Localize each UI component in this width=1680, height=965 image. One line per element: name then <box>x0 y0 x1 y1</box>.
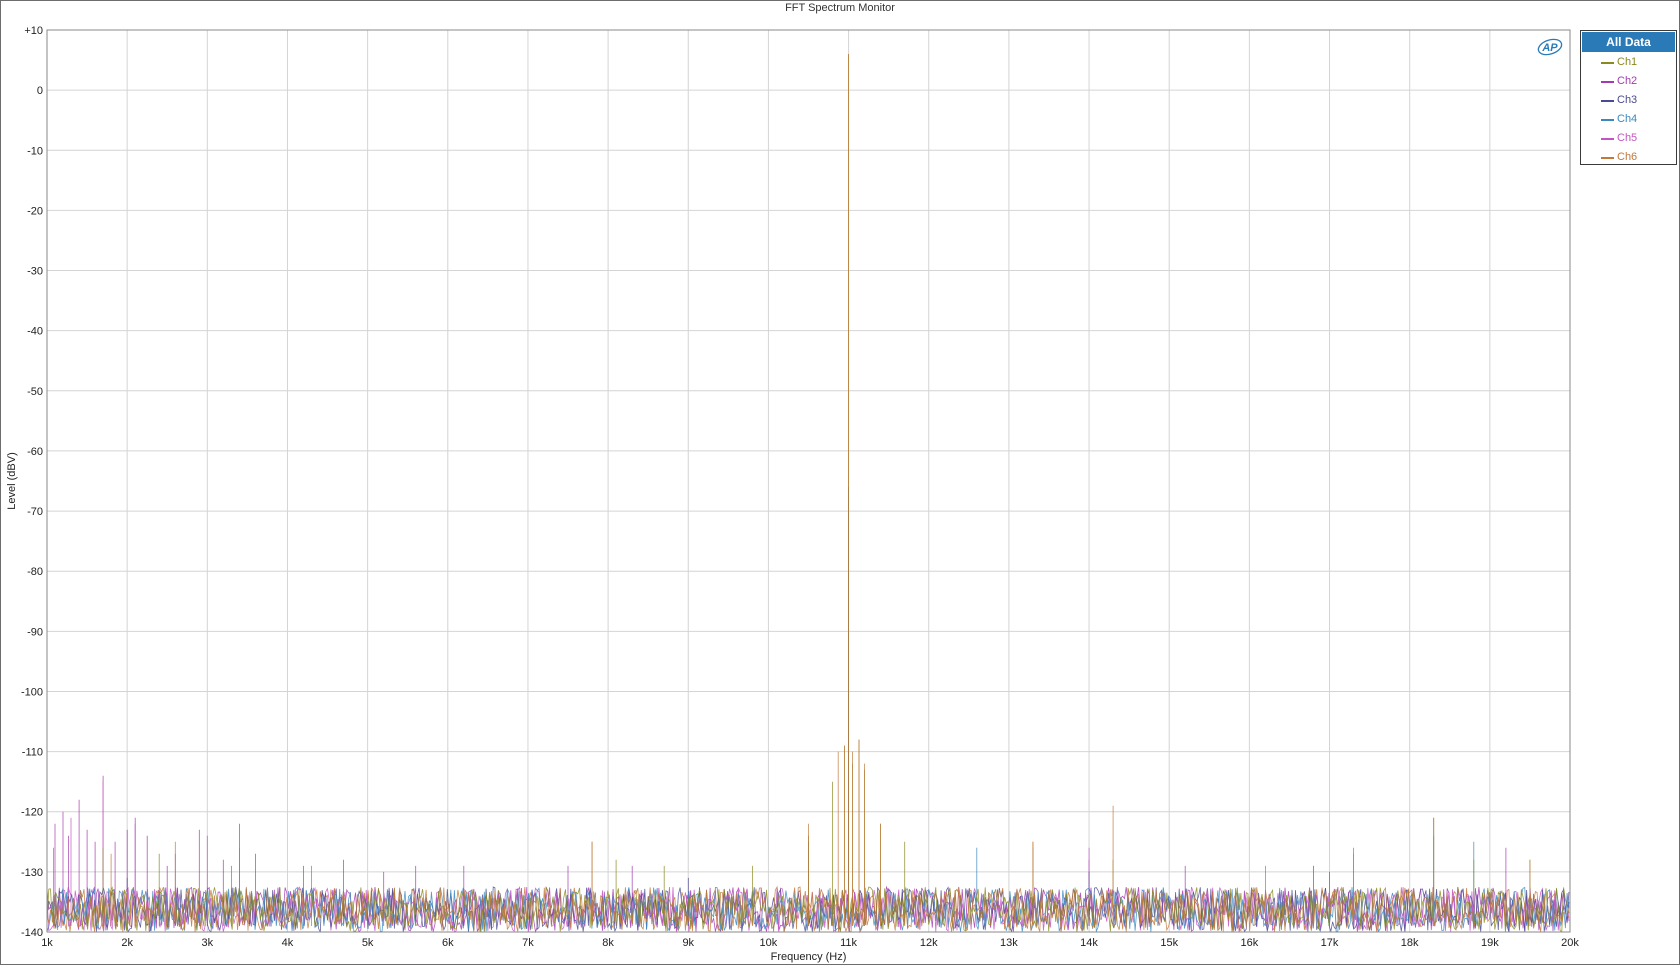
x-tick-label: 15k <box>1160 937 1178 949</box>
legend-item-ch3[interactable]: Ch3 <box>1581 91 1676 110</box>
ap-logo-icon: AP <box>1536 37 1564 57</box>
legend-label: Ch6 <box>1617 151 1638 163</box>
x-tick-label: 12k <box>920 937 938 949</box>
chart-window: FFT Spectrum Monitor +10 0 -10 -20 -30 -40 -50… <box>0 0 1680 965</box>
legend-item-ch4[interactable]: Ch4 <box>1581 110 1676 129</box>
legend-swatch <box>1601 62 1614 64</box>
series-lines <box>46 54 1570 934</box>
legend: All Data Ch1 Ch2 Ch3 Ch4 Ch5 Ch6 <box>1580 30 1677 165</box>
y-tick-label: -120 <box>21 807 43 819</box>
y-tick-label: +10 <box>24 25 43 37</box>
ap-logo-text: AP <box>1541 42 1558 54</box>
legend-swatch <box>1601 81 1614 83</box>
legend-label: Ch2 <box>1617 75 1638 87</box>
x-tick-label: 9k <box>682 937 694 949</box>
x-tick-label: 14k <box>1080 937 1098 949</box>
plot-border <box>46 29 1571 933</box>
y-tick-label: -40 <box>27 326 43 338</box>
x-tick-label: 1k <box>41 937 53 949</box>
legend-header[interactable]: All Data <box>1582 32 1675 52</box>
x-tick-label: 5k <box>362 937 374 949</box>
x-tick-label: 17k <box>1321 937 1339 949</box>
legend-swatch <box>1601 138 1614 140</box>
series-line-ch3 <box>46 487 1570 933</box>
x-axis-label: Frequency (Hz) <box>771 951 847 963</box>
x-tick-label: 19k <box>1481 937 1499 949</box>
x-tick-label: 3k <box>202 937 214 949</box>
chart-plot: +10 0 -10 -20 -30 -40 -50 -60 -70 -80 -90 -100 -110 -… <box>6 25 1579 963</box>
legend-label: Ch5 <box>1617 132 1638 144</box>
y-tick-label: -130 <box>21 867 43 879</box>
y-axis-ticks: +10 0 -10 -20 -30 -40 -50 -60 -70 -80 -90 -100 -110 -… <box>21 25 43 939</box>
x-tick-label: 11k <box>840 937 857 949</box>
y-tick-label: -60 <box>27 446 43 458</box>
legend-swatch <box>1601 100 1614 102</box>
x-tick-label: 4k <box>282 937 294 949</box>
grid-lines <box>46 29 1571 933</box>
y-tick-label: -30 <box>27 266 43 278</box>
x-tick-label: 10k <box>760 937 778 949</box>
legend-item-ch5[interactable]: Ch5 <box>1581 129 1676 148</box>
x-tick-label: 7k <box>522 937 534 949</box>
y-tick-label: -110 <box>22 747 43 759</box>
y-tick-label: -70 <box>27 506 43 518</box>
y-tick-label: -50 <box>27 386 43 398</box>
series-line-ch6 <box>46 54 1570 934</box>
x-tick-label: 16k <box>1240 937 1258 949</box>
y-tick-label: -140 <box>21 927 43 939</box>
legend-label: Ch3 <box>1617 94 1638 106</box>
legend-item-ch6[interactable]: Ch6 <box>1581 148 1676 167</box>
x-tick-label: 2k <box>121 937 133 949</box>
x-tick-label: 13k <box>1000 937 1018 949</box>
y-axis-label: Level (dBV) <box>6 452 18 509</box>
x-tick-label: 18k <box>1401 937 1419 949</box>
legend-item-ch2[interactable]: Ch2 <box>1581 72 1676 91</box>
y-tick-label: -80 <box>27 566 43 578</box>
x-tick-label: 8k <box>602 937 614 949</box>
legend-label: Ch1 <box>1617 56 1638 68</box>
x-tick-label: 6k <box>442 937 454 949</box>
series-line-ch4 <box>46 487 1570 933</box>
series-line-ch1 <box>46 54 1570 933</box>
legend-item-ch1[interactable]: Ch1 <box>1581 53 1676 72</box>
y-tick-label: -100 <box>21 686 43 698</box>
legend-label: Ch4 <box>1617 113 1638 125</box>
y-tick-label: 0 <box>37 85 43 97</box>
legend-swatch <box>1601 119 1614 121</box>
y-tick-label: -90 <box>27 626 43 638</box>
y-tick-label: -10 <box>27 145 43 157</box>
x-axis-ticks: 1k 2k 3k 4k 5k 6k 7k 8k 9k 10k 11k 12k 13k 14k 15k 16k 1… <box>41 937 1579 949</box>
x-tick-label: 20k <box>1561 937 1579 949</box>
y-tick-label: -20 <box>27 205 43 217</box>
legend-items: Ch1 Ch2 Ch3 Ch4 Ch5 Ch6 <box>1581 53 1676 167</box>
legend-swatch <box>1601 157 1614 159</box>
series-line-ch5 <box>46 511 1570 933</box>
